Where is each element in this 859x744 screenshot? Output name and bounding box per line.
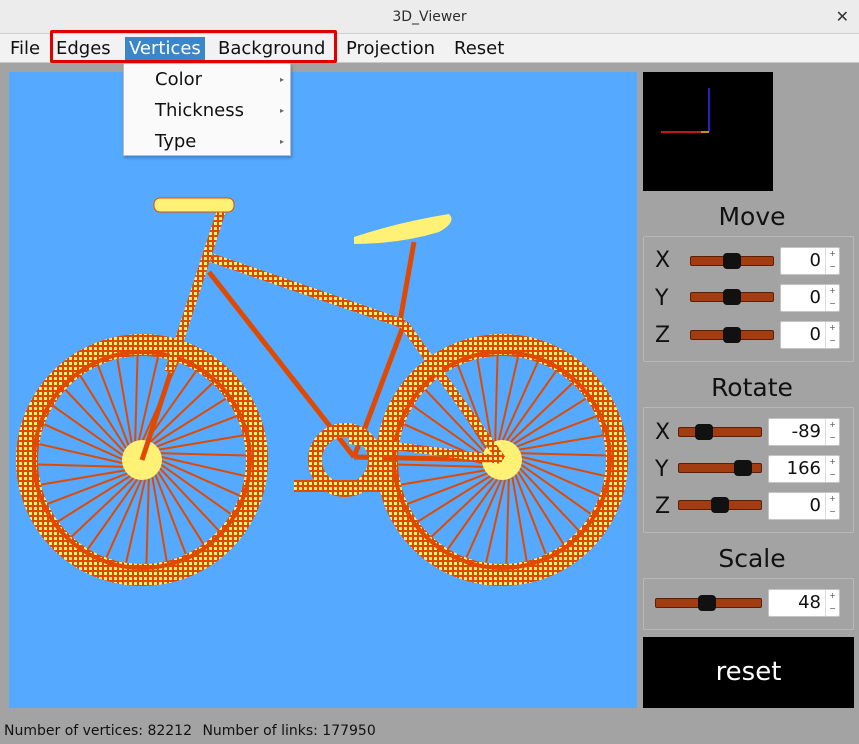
slider-handle[interactable] [711,497,729,513]
slider-handle[interactable] [723,327,741,343]
handlebar [153,197,235,213]
window-titlebar: 3D_Viewer ✕ [0,0,859,34]
menu-file[interactable]: File [6,34,44,63]
move-z-slider[interactable] [690,327,774,343]
dropdown-item-color[interactable]: Color ▸ [124,64,290,95]
close-icon[interactable]: ✕ [836,7,849,26]
rotate-title: Rotate [711,373,793,402]
move-y-label: Y [655,286,669,311]
scale-title: Scale [718,544,786,573]
menu-reset[interactable]: Reset [450,34,508,63]
rotate-z-label: Z [655,494,671,519]
model-viewport[interactable] [9,72,637,708]
menu-edges[interactable]: Edges [52,34,115,63]
dropdown-item-thickness[interactable]: Thickness ▸ [124,95,290,126]
dropdown-item-type[interactable]: Type ▸ [124,126,290,157]
scale-slider[interactable] [655,595,762,611]
menu-vertices[interactable]: Vertices [125,37,205,60]
slider-handle[interactable] [698,595,716,611]
move-z-label: Z [655,323,671,348]
move-x-slider[interactable] [690,253,774,269]
menu-bar: File Edges Vertices Background Projectio… [0,34,859,63]
rotate-x-slider[interactable] [678,424,762,440]
reset-button[interactable]: reset [643,637,854,708]
bicycle-model [16,197,628,586]
chevron-right-icon: ▸ [279,137,284,146]
rotate-y-label: Y [655,457,669,482]
status-bar: Number of vertices: 82212 Number of link… [0,720,859,744]
rotate-y-spinbox[interactable]: 166 + − [768,455,840,483]
move-title: Move [718,202,786,231]
link-count: Number of links: 177950 [202,723,376,739]
rotate-x-label: X [655,420,671,445]
pedal [294,480,384,492]
move-x-spinbox[interactable]: 0 + − [780,247,840,275]
move-z-spinbox[interactable]: 0 + − [780,321,840,349]
move-y-slider[interactable] [690,289,774,305]
chevron-right-icon: ▸ [279,106,284,115]
rotate-z-spinbox[interactable]: 0 + − [768,492,840,520]
axes-preview [643,72,773,191]
vertices-dropdown: Color ▸ Thickness ▸ Type ▸ [123,63,291,156]
move-x-label: X [655,248,671,273]
menu-background[interactable]: Background [214,34,329,63]
vertex-count: Number of vertices: 82212 [4,723,192,739]
scale-spinbox[interactable]: 48 + − [768,589,840,617]
rotate-z-slider[interactable] [678,497,762,513]
move-y-spinbox[interactable]: 0 + − [780,284,840,312]
slider-handle[interactable] [723,289,741,305]
rotate-y-slider[interactable] [678,460,762,476]
chevron-right-icon: ▸ [279,75,284,84]
slider-handle[interactable] [734,460,752,476]
slider-handle[interactable] [695,424,713,440]
saddle [354,214,452,244]
slider-handle[interactable] [723,253,741,269]
window-title: 3D_Viewer [392,8,467,25]
rotate-x-spinbox[interactable]: -89 + − [768,418,840,446]
menu-projection[interactable]: Projection [342,34,439,63]
